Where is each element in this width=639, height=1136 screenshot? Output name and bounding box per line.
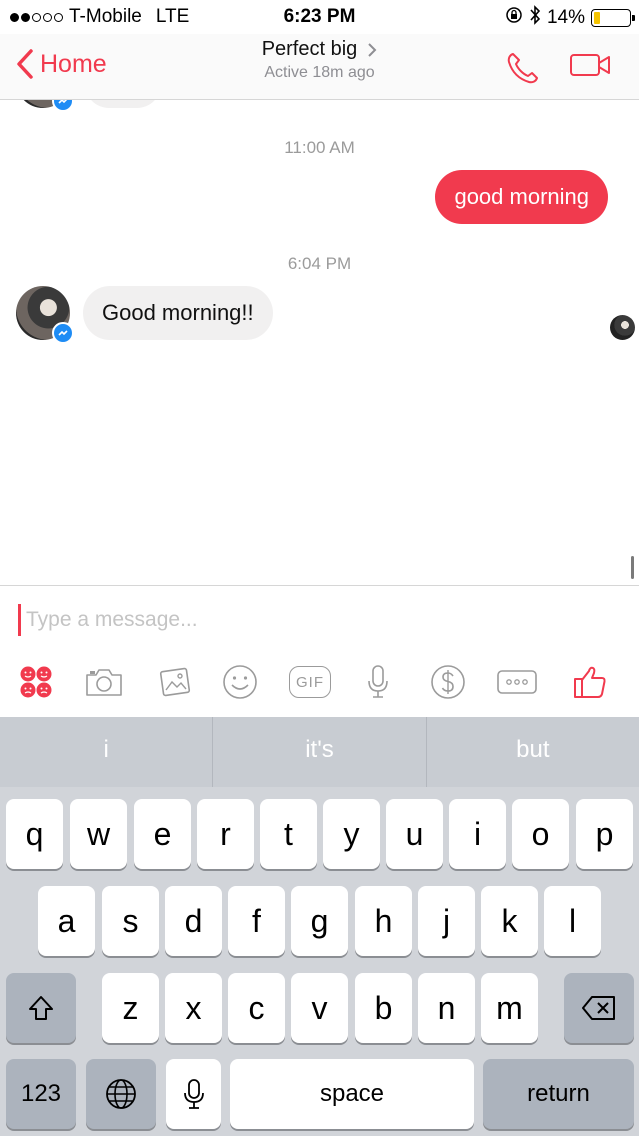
contact-avatar[interactable] (16, 286, 74, 344)
suggestion-2[interactable]: it's (213, 717, 427, 787)
message-thread[interactable]: 11:00 AM good morning 6:04 PM Good morni… (0, 100, 639, 585)
battery-percent: 14% (546, 7, 585, 28)
space-key[interactable]: space (230, 1059, 474, 1129)
voice-record-button[interactable] (358, 662, 398, 702)
phone-icon (507, 53, 538, 84)
key-e[interactable]: e (134, 799, 191, 869)
orientation-lock-icon (505, 6, 523, 30)
key-o[interactable]: o (512, 799, 569, 869)
suggestion-3[interactable]: but (427, 717, 639, 787)
key-w[interactable]: w (70, 799, 127, 869)
conversation-header: Home Perfect big Active 18m ago (0, 34, 639, 100)
bluetooth-icon (529, 5, 541, 31)
key-a[interactable]: a (38, 886, 95, 956)
microphone-icon (183, 1079, 204, 1109)
numbers-key[interactable]: 123 (6, 1059, 76, 1129)
gif-label: GIF (296, 673, 324, 691)
emoji-icon (223, 665, 257, 699)
gif-icon: GIF (289, 666, 331, 698)
scroll-indicator (631, 556, 634, 579)
shift-key[interactable] (6, 973, 76, 1043)
key-i[interactable]: i (449, 799, 506, 869)
outgoing-message-bubble[interactable]: good morning (435, 170, 608, 224)
key-v[interactable]: v (291, 973, 348, 1043)
phone-call-button[interactable] (505, 51, 541, 90)
key-p[interactable]: p (576, 799, 633, 869)
suggestion-1[interactable]: i (0, 717, 214, 787)
key-k[interactable]: k (481, 886, 538, 956)
key-r[interactable]: r (197, 799, 254, 869)
emoji-button[interactable] (220, 662, 260, 702)
timestamp: 6:04 PM (287, 254, 352, 273)
timestamp: 11:00 AM (284, 138, 355, 157)
message-input[interactable] (18, 604, 578, 636)
key-t[interactable]: t (260, 799, 317, 869)
photo-gallery-icon (159, 667, 191, 697)
key-f[interactable]: f (228, 886, 285, 956)
backspace-key[interactable] (564, 973, 634, 1043)
key-h[interactable]: h (355, 886, 412, 956)
key-m[interactable]: m (481, 973, 538, 1043)
status-bar: T-Mobile LTE 6:23 PM 14% (0, 0, 639, 34)
microphone-icon (368, 665, 388, 698)
photo-gallery-button[interactable] (154, 662, 194, 702)
more-options-button[interactable] (496, 662, 538, 702)
seen-indicator-avatar (610, 315, 635, 340)
messenger-badge-icon (52, 322, 74, 344)
stickers-button[interactable] (16, 662, 56, 702)
chevron-right-icon (368, 42, 377, 57)
battery-icon (591, 9, 635, 27)
call-actions (505, 51, 611, 90)
globe-key[interactable] (86, 1059, 156, 1129)
key-g[interactable]: g (291, 886, 348, 956)
dictation-key[interactable] (166, 1059, 221, 1129)
like-button[interactable] (570, 662, 610, 702)
key-z[interactable]: z (102, 973, 159, 1043)
key-q[interactable]: q (6, 799, 63, 869)
key-b[interactable]: b (355, 973, 412, 1043)
shift-icon (29, 996, 53, 1020)
composer: GIF (0, 585, 639, 717)
key-l[interactable]: l (544, 886, 601, 956)
contact-name: Perfect big (261, 38, 358, 60)
composer-toolbar: GIF (0, 662, 639, 702)
key-y[interactable]: y (323, 799, 380, 869)
contact-avatar-previous[interactable] (16, 100, 74, 112)
video-call-button[interactable] (569, 51, 611, 90)
key-x[interactable]: x (165, 973, 222, 1043)
dollar-icon (431, 665, 465, 699)
key-n[interactable]: n (418, 973, 475, 1043)
key-s[interactable]: s (102, 886, 159, 956)
keyboard: i it's but q w e r t y u i o p a s d f g… (0, 717, 639, 1136)
return-key[interactable]: return (483, 1059, 634, 1129)
camera-icon (86, 669, 122, 696)
globe-icon (106, 1079, 136, 1109)
key-c[interactable]: c (228, 973, 285, 1043)
video-camera-icon (570, 54, 610, 76)
status-right: 14% (505, 5, 635, 31)
incoming-message-bubble[interactable]: Good morning!! (83, 286, 273, 340)
stickers-icon (20, 666, 52, 698)
key-j[interactable]: j (418, 886, 475, 956)
payment-button[interactable] (428, 662, 468, 702)
messenger-badge-icon (52, 100, 74, 112)
predictive-bar: i it's but (0, 717, 639, 787)
key-d[interactable]: d (165, 886, 222, 956)
backspace-icon (582, 996, 615, 1020)
more-icon (497, 670, 537, 694)
thumbs-up-icon (574, 666, 606, 698)
key-u[interactable]: u (386, 799, 443, 869)
camera-button[interactable] (84, 662, 124, 702)
gif-button[interactable]: GIF (288, 662, 332, 702)
previous-message-bubble[interactable] (85, 100, 161, 108)
